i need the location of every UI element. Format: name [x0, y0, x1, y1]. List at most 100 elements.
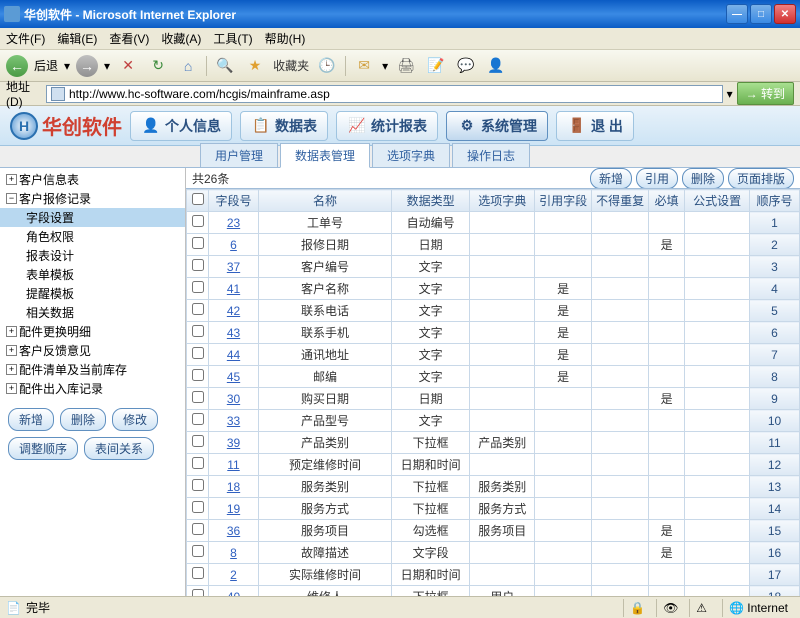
row-checkbox[interactable] [192, 589, 204, 596]
field-id-link[interactable]: 33 [227, 414, 240, 428]
field-id-link[interactable]: 42 [227, 304, 240, 318]
menu-favorites[interactable]: 收藏(A) [161, 30, 201, 47]
mail-button[interactable]: ✉ [352, 54, 376, 78]
expand-icon[interactable]: + [6, 345, 17, 356]
field-id-link[interactable]: 8 [230, 546, 237, 560]
field-id-link[interactable]: 2 [230, 568, 237, 582]
minimize-button[interactable]: — [726, 4, 748, 24]
action-delete-button[interactable]: 删除 [682, 168, 724, 189]
action-reference-button[interactable]: 引用 [636, 168, 678, 189]
expand-icon[interactable]: − [6, 193, 17, 204]
row-checkbox[interactable] [192, 325, 204, 337]
forward-button[interactable]: → [76, 55, 98, 77]
nav-exit[interactable]: 🚪退 出 [556, 111, 634, 141]
row-checkbox[interactable] [192, 567, 204, 579]
column-header[interactable]: 字段号 [209, 190, 259, 212]
url-dropdown-icon[interactable]: ▾ [727, 87, 733, 101]
expand-icon[interactable]: + [6, 383, 17, 394]
nav-data-table[interactable]: 📋数据表 [240, 111, 328, 141]
tree-child-node[interactable]: 提醒模板 [0, 284, 185, 303]
tree-node[interactable]: +客户信息表 [0, 170, 185, 189]
column-header[interactable]: 必填 [649, 190, 685, 212]
column-header[interactable]: 顺序号 [750, 190, 800, 212]
forward-dropdown-icon[interactable]: ▾ [104, 59, 110, 73]
field-id-link[interactable]: 41 [227, 282, 240, 296]
menu-edit[interactable]: 编辑(E) [57, 30, 97, 47]
expand-icon[interactable]: + [6, 326, 17, 337]
expand-icon[interactable]: + [6, 364, 17, 375]
side-add-button[interactable]: 新增 [8, 408, 54, 431]
discuss-button[interactable]: 💬 [454, 54, 478, 78]
tree-node[interactable]: +配件出入库记录 [0, 379, 185, 398]
close-button[interactable]: ✕ [774, 4, 796, 24]
row-checkbox[interactable] [192, 457, 204, 469]
tab-option-dict[interactable]: 选项字典 [372, 143, 450, 167]
row-checkbox[interactable] [192, 479, 204, 491]
url-input[interactable]: http://www.hc-software.com/hcgis/mainfra… [46, 85, 723, 103]
messenger-button[interactable]: 👤 [484, 54, 508, 78]
field-id-link[interactable]: 44 [227, 348, 240, 362]
row-checkbox[interactable] [192, 281, 204, 293]
side-reorder-button[interactable]: 调整顺序 [8, 437, 78, 460]
column-header[interactable]: 选项字典 [470, 190, 535, 212]
column-header[interactable]: 不得重复 [592, 190, 649, 212]
action-layout-button[interactable]: 页面排版 [728, 168, 794, 189]
field-id-link[interactable]: 18 [227, 480, 240, 494]
side-delete-button[interactable]: 删除 [60, 408, 106, 431]
tree-child-node[interactable]: 角色权限 [0, 227, 185, 246]
row-checkbox[interactable] [192, 391, 204, 403]
back-button[interactable]: ← [6, 55, 28, 77]
field-id-link[interactable]: 23 [227, 216, 240, 230]
select-all-checkbox[interactable] [192, 193, 204, 205]
side-modify-button[interactable]: 修改 [112, 408, 158, 431]
field-id-link[interactable]: 37 [227, 260, 240, 274]
column-header[interactable]: 引用字段 [535, 190, 592, 212]
edit-button[interactable]: 📝 [424, 54, 448, 78]
field-id-link[interactable]: 43 [227, 326, 240, 340]
expand-icon[interactable]: + [6, 174, 17, 185]
row-checkbox[interactable] [192, 303, 204, 315]
field-id-link[interactable]: 6 [230, 238, 237, 252]
menu-file[interactable]: 文件(F) [6, 30, 45, 47]
column-header[interactable]: 数据类型 [391, 190, 469, 212]
back-dropdown-icon[interactable]: ▾ [64, 59, 70, 73]
row-checkbox[interactable] [192, 369, 204, 381]
nav-reports[interactable]: 📈统计报表 [336, 111, 438, 141]
row-checkbox[interactable] [192, 259, 204, 271]
side-relations-button[interactable]: 表间关系 [84, 437, 154, 460]
history-button[interactable]: 🕒 [315, 54, 339, 78]
nav-personal-info[interactable]: 👤个人信息 [130, 111, 232, 141]
column-header[interactable]: 公式设置 [685, 190, 750, 212]
tree-child-node[interactable]: 字段设置 [0, 208, 185, 227]
tree-node[interactable]: +配件清单及当前库存 [0, 360, 185, 379]
refresh-button[interactable]: ↻ [146, 54, 170, 78]
column-header[interactable]: 名称 [259, 190, 392, 212]
row-checkbox[interactable] [192, 347, 204, 359]
home-button[interactable]: ⌂ [176, 54, 200, 78]
tree-node[interactable]: −客户报修记录 [0, 189, 185, 208]
row-checkbox[interactable] [192, 523, 204, 535]
field-id-link[interactable]: 19 [227, 502, 240, 516]
favorites-button[interactable]: ★ [243, 54, 267, 78]
tree-node[interactable]: +客户反馈意见 [0, 341, 185, 360]
row-checkbox[interactable] [192, 215, 204, 227]
menu-tools[interactable]: 工具(T) [213, 30, 252, 47]
tree-child-node[interactable]: 相关数据 [0, 303, 185, 322]
field-id-link[interactable]: 39 [227, 436, 240, 450]
field-id-link[interactable]: 36 [227, 524, 240, 538]
tree-node[interactable]: +配件更换明细 [0, 322, 185, 341]
action-add-button[interactable]: 新增 [590, 168, 632, 189]
menu-view[interactable]: 查看(V) [109, 30, 149, 47]
tree-child-node[interactable]: 表单模板 [0, 265, 185, 284]
row-checkbox[interactable] [192, 545, 204, 557]
tab-user-admin[interactable]: 用户管理 [200, 143, 278, 167]
field-id-link[interactable]: 45 [227, 370, 240, 384]
menu-help[interactable]: 帮助(H) [265, 30, 306, 47]
print-button[interactable]: 🖨 [394, 54, 418, 78]
mail-dropdown-icon[interactable]: ▾ [382, 59, 388, 73]
row-checkbox[interactable] [192, 413, 204, 425]
go-button[interactable]: → 转到 [737, 82, 794, 105]
search-button[interactable]: 🔍 [213, 54, 237, 78]
nav-system-admin[interactable]: ⚙系统管理 [446, 111, 548, 141]
maximize-button[interactable]: □ [750, 4, 772, 24]
